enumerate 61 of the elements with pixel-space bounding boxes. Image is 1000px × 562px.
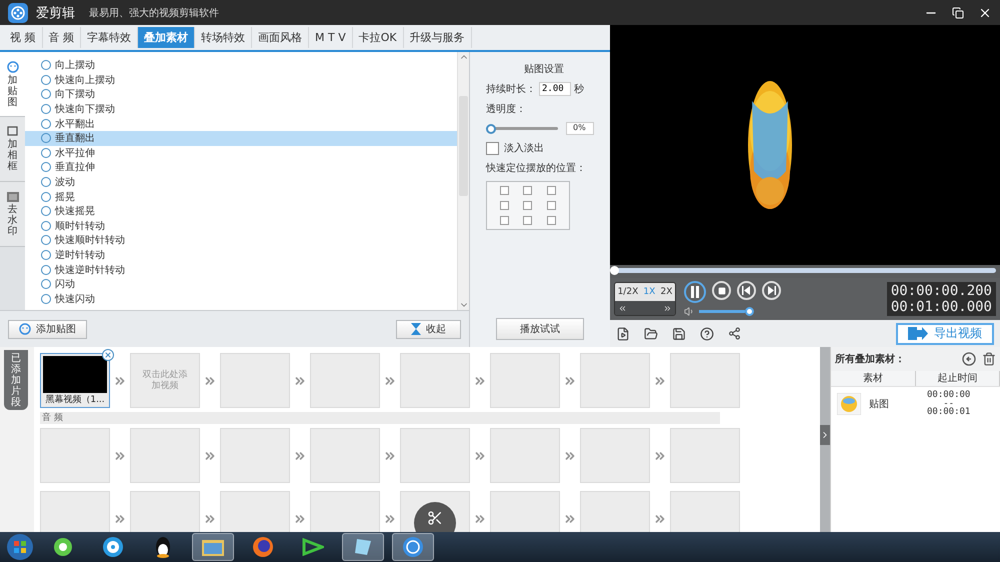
effect-item[interactable]: 逆时针转动: [25, 248, 457, 262]
time-separator: --: [943, 401, 954, 407]
position-label: 快速定位摆放的位置：: [486, 162, 587, 175]
audio-track-header: 音 频: [40, 412, 720, 424]
effect-item[interactable]: 快速闪动: [25, 292, 457, 306]
fade-label: 淡入淡出: [504, 142, 544, 155]
tab[interactable]: 转场特效: [195, 27, 252, 48]
tab[interactable]: 升级与服务: [404, 27, 472, 48]
panel-title: 所有叠加素材：: [835, 352, 905, 366]
effect-item[interactable]: 摇晃: [25, 189, 457, 204]
effect-item[interactable]: 快速向上摆动: [25, 72, 457, 88]
export-video-button[interactable]: 导出视频: [896, 322, 994, 344]
side-tab-label: 已添加片段: [11, 353, 21, 410]
column-header: 起止时间: [916, 371, 1000, 386]
duration-label: 持续时长：: [486, 82, 536, 96]
duration-unit: 秒: [574, 82, 584, 96]
start-time: 00:00:00: [927, 390, 970, 401]
effect-item[interactable]: 垂直翻出: [25, 130, 457, 146]
speed-option[interactable]: 1/2X: [618, 287, 638, 297]
side-tab-label: 去水印: [8, 204, 18, 236]
effect-item[interactable]: 快速向下摆动: [25, 102, 457, 116]
clip-label: 黑幕视频（1...: [45, 394, 105, 406]
app-tagline: 最易用、强大的视频剪辑软件: [89, 6, 219, 20]
tab[interactable]: 画面风格: [252, 27, 309, 48]
tab[interactable]: M T V: [309, 27, 353, 48]
tab[interactable]: 卡拉OK: [352, 27, 404, 48]
current-time: 00:00:00.200: [890, 283, 992, 299]
add-sticker-button[interactable]: 添加贴图: [8, 320, 87, 338]
side-tab[interactable]: 已添加片段: [4, 350, 28, 410]
collapse-button[interactable]: 收起: [396, 320, 461, 338]
total-time: 00:01:00.000: [890, 299, 992, 315]
tab[interactable]: 音 频: [42, 27, 81, 48]
column-header: 素材: [831, 371, 916, 386]
effect-item[interactable]: 快速顺时针转动: [25, 233, 457, 248]
tab[interactable]: 视 频: [4, 27, 42, 48]
side-tab[interactable]: 去水印: [0, 182, 25, 247]
tab[interactable]: 叠加素材: [138, 27, 195, 48]
overlay-row[interactable]: 贴图 00:00:00 -- 00:00:01: [831, 387, 1000, 421]
side-tab[interactable]: 加相框: [0, 117, 25, 182]
effect-item[interactable]: 顺时针转动: [25, 218, 457, 234]
preview-button[interactable]: 播放试试: [496, 318, 584, 340]
effect-item[interactable]: 向下摆动: [25, 87, 457, 102]
opacity-label: 透明度：: [486, 102, 527, 116]
speed-option[interactable]: 2X: [660, 287, 672, 297]
side-tab-label: 加相框: [8, 139, 18, 172]
effect-item[interactable]: 闪动: [25, 276, 457, 292]
duration-field[interactable]: 2.00: [539, 82, 571, 96]
overlay-name: 贴图: [869, 398, 890, 411]
effect-item[interactable]: 水平翻出: [25, 116, 457, 131]
end-time: 00:00:01: [927, 407, 970, 418]
effect-item[interactable]: 水平拉伸: [25, 146, 457, 160]
settings-title: 贴图设置: [523, 62, 565, 76]
side-tab-label: 加贴图: [8, 74, 18, 108]
effect-item[interactable]: 垂直拉伸: [25, 160, 457, 175]
effect-item[interactable]: 快速摇晃: [25, 204, 457, 219]
opacity-value: 0%: [566, 122, 594, 135]
effect-item[interactable]: 向上摆动: [25, 58, 457, 73]
effect-item[interactable]: 波动: [25, 174, 457, 190]
app-name: 爱剪辑: [36, 4, 75, 22]
effect-item[interactable]: 快速逆时针转动: [25, 262, 457, 277]
side-tab[interactable]: 加贴图: [0, 52, 25, 117]
